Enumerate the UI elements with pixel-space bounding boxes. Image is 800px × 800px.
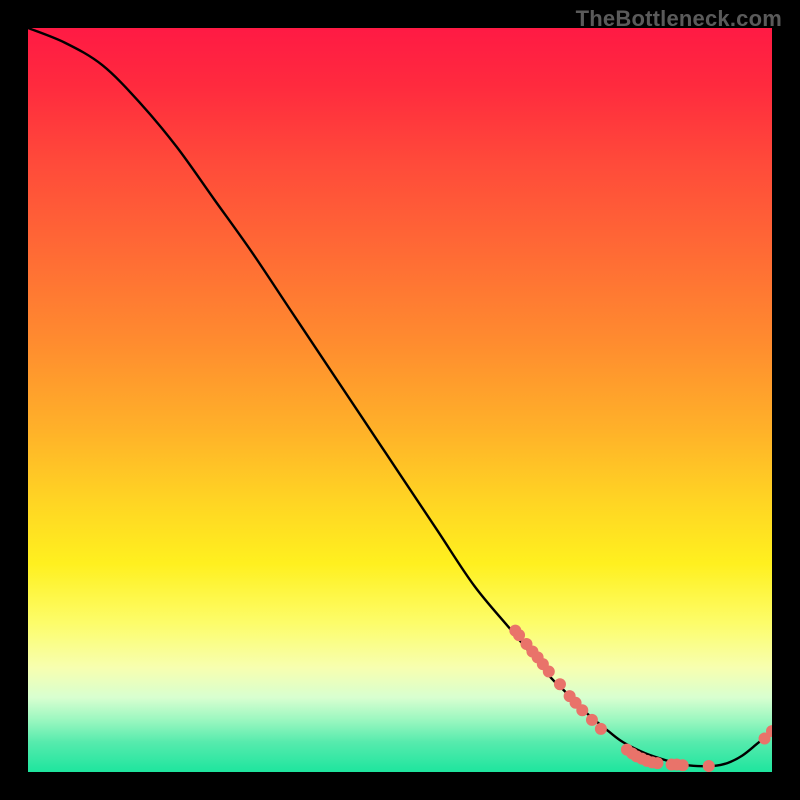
marker-group: [509, 625, 772, 772]
data-marker: [595, 723, 607, 735]
plot-area: [28, 28, 772, 772]
data-marker: [554, 678, 566, 690]
data-marker: [586, 714, 598, 726]
data-marker: [543, 666, 555, 678]
curve-line: [28, 28, 772, 766]
data-marker: [576, 704, 588, 716]
chart-container: TheBottleneck.com: [0, 0, 800, 800]
data-marker: [651, 757, 663, 769]
chart-svg: [28, 28, 772, 772]
data-marker: [677, 759, 689, 771]
data-marker: [703, 760, 715, 772]
